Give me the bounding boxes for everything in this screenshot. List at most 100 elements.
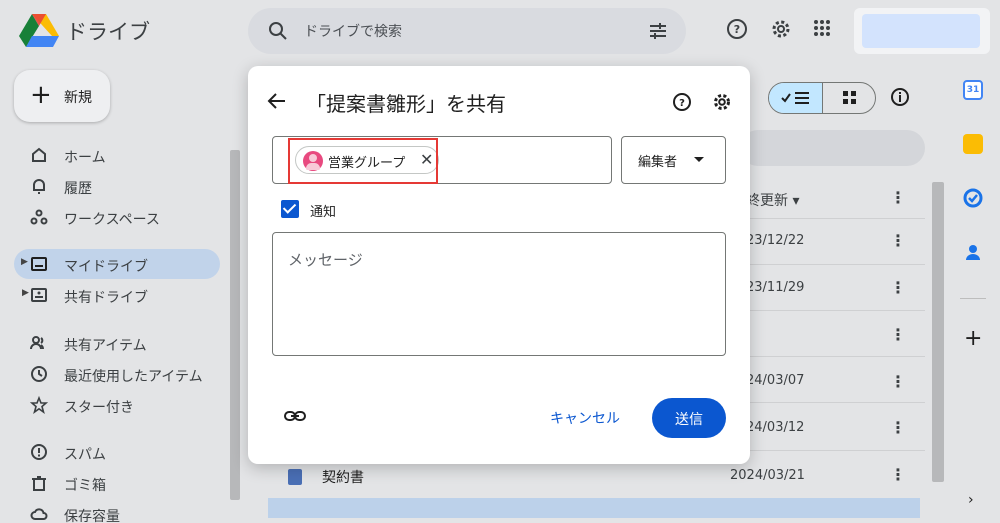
trash-icon	[32, 476, 46, 491]
search-icon[interactable]	[268, 21, 288, 41]
row-divider	[740, 450, 925, 451]
sidebar-item-label: ワークスペース	[64, 212, 160, 228]
apps-grid-icon[interactable]	[812, 18, 832, 38]
tasks-icon[interactable]	[963, 188, 983, 208]
plus-icon: +	[30, 80, 52, 110]
rail-divider	[960, 298, 986, 299]
cancel-button[interactable]: キャンセル	[550, 408, 620, 428]
more-options-icon[interactable]: ⋮	[890, 188, 906, 207]
add-addon-icon[interactable]: +	[964, 326, 982, 351]
row-date: 24/03/12	[746, 420, 805, 435]
highlight-box	[288, 138, 438, 184]
expand-caret-icon[interactable]: ▶	[22, 288, 29, 298]
notify-checkbox[interactable]	[281, 200, 299, 218]
row-date: 23/11/29	[746, 280, 805, 295]
sidebar-item-spam[interactable]: スパム	[0, 437, 225, 467]
people-icon	[30, 336, 44, 350]
sidebar-item-label: 保存容量	[64, 509, 120, 523]
new-button-label: 新規	[64, 90, 92, 106]
sidebar-item-label: 履歴	[64, 181, 92, 197]
message-textarea[interactable]: メッセージ	[272, 232, 726, 356]
search-placeholder: ドライブで検索	[304, 24, 402, 40]
sidebar-item-home[interactable]: ホーム	[0, 140, 225, 170]
svg-text:?: ?	[734, 23, 740, 36]
settings-icon[interactable]	[712, 92, 732, 112]
sidebar-item-label: 最近使用したアイテム	[64, 369, 203, 385]
sidebar-item-trash[interactable]: ゴミ箱	[0, 468, 225, 498]
grid-view-icon[interactable]	[843, 91, 857, 105]
more-options-icon[interactable]: ⋮	[890, 372, 906, 391]
role-dropdown-label: 編集者	[638, 155, 678, 170]
cloud-icon	[30, 508, 48, 520]
more-options-icon[interactable]: ⋮	[890, 465, 906, 484]
sidebar-item-label: スパム	[64, 447, 106, 463]
account-avatar[interactable]	[862, 14, 980, 48]
bell-icon	[33, 179, 45, 194]
list-view-button[interactable]	[769, 83, 823, 113]
column-header-modified[interactable]: 終更新 ▾	[746, 190, 799, 210]
account-area[interactable]	[854, 8, 990, 54]
app-name: ドライブ	[66, 20, 150, 44]
more-options-icon[interactable]: ⋮	[890, 231, 906, 250]
top-bar: ドライブ ドライブで検索 ?	[0, 0, 1000, 64]
notify-label: 通知	[310, 205, 337, 220]
caret-down-icon	[694, 157, 704, 162]
back-arrow-icon[interactable]	[266, 90, 288, 112]
send-button[interactable]: 送信	[652, 398, 726, 438]
file-name: 契約書	[322, 470, 364, 486]
row-date: 23/12/22	[746, 233, 805, 248]
chevron-right-icon[interactable]: ›	[968, 492, 974, 508]
keep-icon[interactable]	[963, 134, 983, 154]
drive-logo-icon[interactable]	[18, 12, 60, 48]
list-view-icon	[781, 92, 809, 104]
view-toggle[interactable]	[768, 82, 876, 114]
row-divider	[740, 310, 925, 311]
send-button-label: 送信	[675, 412, 703, 428]
row-date: 2024/03/21	[730, 468, 805, 483]
dialog-title: 「提案書雛形」を共有	[306, 92, 506, 116]
row-divider	[740, 218, 925, 219]
table-row[interactable]: 契約書 2024/03/21 ⋮	[248, 460, 938, 492]
workspaces-icon	[30, 209, 48, 225]
contacts-icon[interactable]	[963, 242, 983, 262]
column-header-label: 終更新	[746, 193, 788, 209]
selected-row[interactable]	[268, 498, 920, 518]
sidebar-scrollbar[interactable]	[230, 150, 240, 500]
row-divider	[740, 356, 925, 357]
sidebar-item-workspaces[interactable]: ワークスペース	[0, 202, 225, 232]
share-dialog: 「提案書雛形」を共有 ? 営業グループ ✕ 編集者 通知 メッセージ キャンセル…	[248, 66, 750, 464]
sort-down-icon: ▾	[792, 193, 800, 209]
sidebar-item-label: ゴミ箱	[64, 478, 106, 494]
sidebar-item-shared-drives[interactable]: ▶ 共有ドライブ	[0, 280, 225, 310]
sidebar-item-label: マイドライブ	[64, 259, 148, 275]
more-options-icon[interactable]: ⋮	[890, 278, 906, 297]
sidebar-item-shared-with-me[interactable]: 共有アイテム	[0, 328, 225, 358]
filter-bar[interactable]	[740, 130, 925, 166]
sidebar-item-recent[interactable]: 最近使用したアイテム	[0, 359, 225, 389]
role-dropdown[interactable]: 編集者	[621, 136, 726, 184]
clock-icon	[31, 366, 47, 382]
sidebar-item-my-drive[interactable]: ▶ マイドライブ	[14, 249, 220, 279]
copy-link-icon[interactable]	[284, 408, 306, 424]
info-icon[interactable]	[890, 87, 910, 107]
expand-caret-icon[interactable]: ▶	[21, 257, 28, 267]
search-options-icon[interactable]	[648, 21, 668, 41]
help-icon[interactable]: ?	[672, 92, 692, 112]
settings-icon[interactable]	[770, 18, 792, 40]
sidebar-item-storage[interactable]: 保存容量	[0, 499, 225, 523]
search-bar[interactable]: ドライブで検索	[248, 8, 686, 54]
shared-drive-icon	[31, 288, 47, 302]
more-options-icon[interactable]: ⋮	[890, 325, 906, 344]
document-icon	[288, 469, 302, 485]
row-divider	[740, 402, 925, 403]
sidebar-item-starred[interactable]: スター付き	[0, 390, 225, 420]
side-panel-rail: 31 + ›	[948, 70, 1000, 523]
new-button[interactable]: + 新規	[14, 70, 110, 122]
more-options-icon[interactable]: ⋮	[890, 418, 906, 437]
help-icon[interactable]: ?	[726, 18, 748, 40]
sidebar-item-label: スター付き	[64, 400, 134, 416]
sidebar-item-history[interactable]: 履歴	[0, 171, 225, 201]
file-list-scrollbar[interactable]	[932, 182, 944, 482]
row-date: 24/03/07	[746, 373, 805, 388]
calendar-icon[interactable]: 31	[963, 80, 983, 100]
